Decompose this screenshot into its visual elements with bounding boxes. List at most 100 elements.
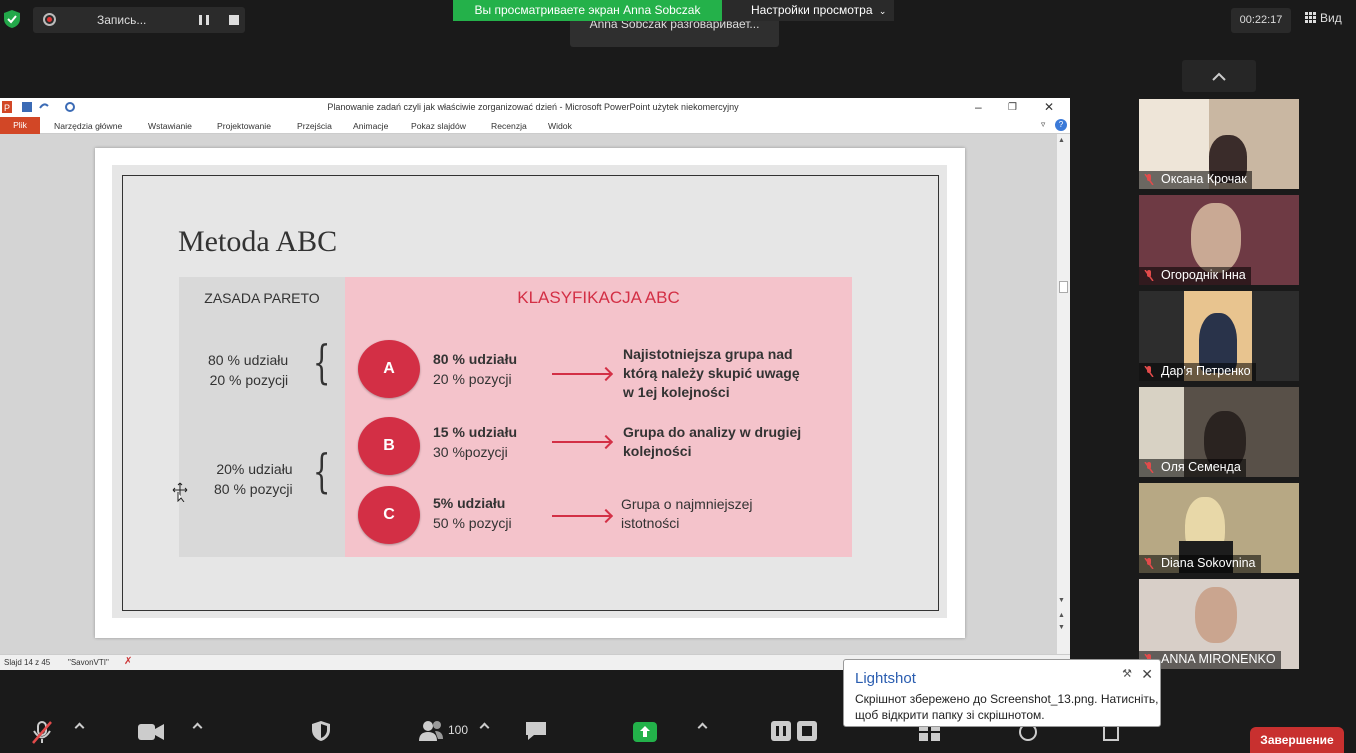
circle-c: C [358, 486, 420, 544]
lightshot-message: Скрішнот збережено до Screenshot_13.png.… [855, 692, 1159, 722]
pareto-1-share: 80 % udziału [208, 352, 289, 368]
scroll-up-icon[interactable]: ▲ [1058, 137, 1065, 144]
mic-muted-icon [1144, 366, 1154, 377]
participant-tile[interactable]: Оля Семенда [1139, 387, 1299, 477]
mic-muted-icon [1144, 174, 1154, 185]
participants-options-caret[interactable] [479, 722, 490, 733]
slide-background: Metoda ABC ZASADA PARETO 80 % udziału 20… [112, 165, 947, 618]
scroll-down-icon[interactable]: ▼ [1058, 597, 1065, 604]
scroll-thumb[interactable] [1059, 281, 1068, 293]
participant-name: Дар'я Петренко [1139, 363, 1256, 381]
participant-name-label: Огороднік Інна [1161, 268, 1246, 282]
pareto-group-2: 20% udziału 80 % pozycji [214, 459, 293, 499]
mic-muted-icon [1144, 558, 1154, 569]
mic-muted-icon[interactable] [30, 720, 54, 744]
previous-slide-icon[interactable]: ▲ [1058, 612, 1065, 619]
viewing-screen-banner: Вы просматриваете экран Anna Sobczak [453, 0, 722, 21]
row-b-description: Grupa do analizy w drugiej kolejności [623, 423, 801, 461]
tab-animations[interactable]: Animacje [353, 121, 388, 131]
participant-tile[interactable]: Оксана Крочак [1139, 99, 1299, 189]
tab-slideshow[interactable]: Pokaz slajdów [411, 121, 466, 131]
video-options-caret[interactable] [192, 722, 203, 733]
lightshot-notification[interactable]: Lightshot ⚒ ✕ Скрішнот збережено до Scre… [843, 659, 1161, 727]
pareto-column: ZASADA PARETO 80 % udziału 20 % pozycji … [179, 277, 345, 557]
audio-options-caret[interactable] [74, 722, 85, 733]
row-c-items: 50 % pozycji [433, 515, 512, 531]
person-silhouette [1195, 587, 1237, 643]
view-button-label: Вид [1320, 11, 1342, 25]
participant-name-label: Дар'я Петренко [1161, 364, 1251, 378]
slide-title: Metoda ABC [178, 225, 338, 258]
tab-insert[interactable]: Wstawianie [148, 121, 192, 131]
security-shield-icon[interactable] [4, 10, 20, 28]
arrow-right-icon [552, 515, 610, 517]
row-c-desc-line2: istotności [621, 515, 680, 531]
row-b-share: 15 % udziału [433, 424, 518, 440]
mic-muted-icon [1144, 462, 1154, 473]
vertical-scrollbar[interactable]: ▲ ▼ ▲ ▼ [1057, 134, 1070, 654]
powerpoint-window: P Planowanie zadań czyli jak właściwie z… [0, 98, 1070, 670]
theme-name: "SavonVTI" [68, 658, 109, 667]
row-a-desc-line1: Najistotniejsza grupa nad [623, 346, 793, 362]
slide[interactable]: Metoda ABC ZASADA PARETO 80 % udziału 20… [95, 148, 965, 638]
abc-header: KLASYFIKACJA ABC [517, 288, 680, 307]
chat-icon[interactable] [524, 720, 548, 742]
close-window-button[interactable]: ✕ [1044, 100, 1054, 114]
participant-tile[interactable]: Огороднік Інна [1139, 195, 1299, 285]
stop-share-icon[interactable] [797, 721, 817, 741]
collapse-gallery-button[interactable] [1182, 60, 1256, 92]
recording-label: Запись... [97, 13, 147, 27]
view-options-label: Настройки просмотра [751, 3, 873, 17]
spellcheck-icon[interactable]: ✗ [124, 656, 132, 667]
close-icon[interactable]: ✕ [1141, 666, 1153, 683]
share-screen-icon[interactable] [633, 722, 657, 742]
view-button[interactable]: Вид [1305, 11, 1342, 25]
tab-transitions[interactable]: Przejścia [297, 121, 332, 131]
share-options-caret[interactable] [697, 722, 708, 733]
tab-home[interactable]: Narzędzia główne [54, 121, 122, 131]
circle-a: A [358, 340, 420, 398]
tab-review[interactable]: Recenzja [491, 121, 527, 131]
row-c-desc-line1: Grupa o najmniejszej [621, 496, 753, 512]
pin-icon[interactable]: ⚒ [1122, 667, 1132, 680]
tab-file[interactable]: Plik [0, 117, 40, 134]
row-c-share: 5% udziału [433, 495, 506, 511]
end-meeting-button[interactable]: Завершение [1250, 727, 1344, 753]
tab-design[interactable]: Projektowanie [217, 121, 271, 131]
meeting-timer: 00:22:17 [1231, 8, 1291, 33]
slide-counter: Slajd 14 z 45 [4, 658, 51, 667]
ppt-ribbon-tabs: Plik Narzędzia główne Wstawianie Projekt… [0, 117, 1070, 134]
participants-icon[interactable] [418, 720, 444, 742]
record-icon [43, 13, 56, 26]
video-camera-icon[interactable] [138, 723, 164, 741]
minimize-button[interactable]: – [975, 100, 982, 114]
participant-name-label: Оля Семенда [1161, 460, 1241, 474]
restore-button[interactable]: ❐ [1008, 102, 1017, 113]
lightshot-title: Lightshot [855, 670, 916, 687]
participant-name: Оля Семенда [1139, 459, 1246, 477]
ribbon-collapse-icon[interactable]: ▿ [1041, 119, 1045, 130]
row-b-items: 30 %pozycji [433, 444, 508, 460]
brace-1: { [312, 335, 331, 389]
security-icon[interactable] [311, 720, 331, 742]
row-a-values: 80 % udziału 20 % pozycji [433, 349, 517, 389]
grid-icon [1305, 12, 1316, 23]
help-icon[interactable]: ? [1055, 119, 1067, 131]
row-c-values: 5% udziału 50 % pozycji [433, 493, 512, 533]
pause-recording-button[interactable] [199, 15, 209, 25]
participant-name: Оксана Крочак [1139, 171, 1252, 189]
stop-recording-button[interactable] [229, 15, 239, 25]
next-slide-icon[interactable]: ▼ [1058, 624, 1065, 631]
move-cursor-icon [172, 482, 188, 502]
participant-name-label: Diana Sokovnina [1161, 556, 1256, 570]
view-options-dropdown[interactable]: Настройки просмотра ⌄ [722, 0, 894, 21]
tab-view[interactable]: Widok [548, 121, 572, 131]
more-icon[interactable] [1103, 725, 1119, 741]
participants-count: 100 [448, 723, 469, 737]
participant-tile[interactable]: Дар'я Петренко [1139, 291, 1299, 381]
participant-tile[interactable]: ANNA MIRONENKO [1139, 579, 1299, 669]
recording-indicator: Запись... [33, 7, 245, 33]
pause-share-icon[interactable] [771, 721, 791, 741]
arrow-right-icon [552, 373, 610, 375]
participant-tile[interactable]: Diana Sokovnina [1139, 483, 1299, 573]
